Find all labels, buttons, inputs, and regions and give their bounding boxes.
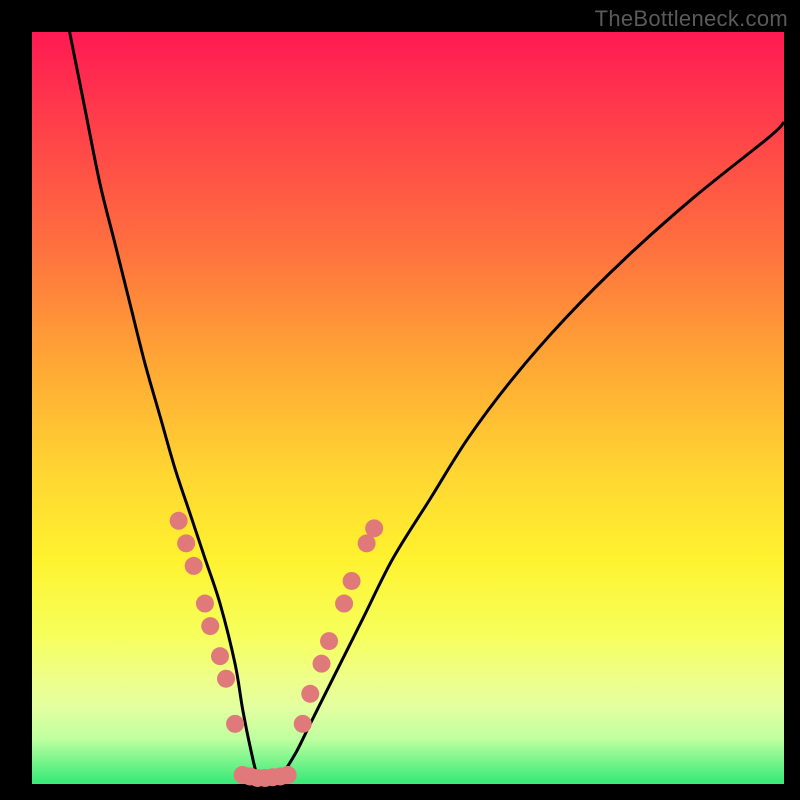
marker-dot — [201, 617, 219, 635]
outer-frame: TheBottleneck.com — [0, 0, 800, 800]
chart-overlay — [32, 32, 784, 784]
bottleneck-curve — [70, 32, 784, 781]
marker-dot — [301, 685, 319, 703]
marker-dot — [294, 715, 312, 733]
watermark-text: TheBottleneck.com — [595, 6, 788, 32]
marker-dot — [343, 572, 361, 590]
marker-dot — [313, 655, 331, 673]
marker-dot — [170, 512, 188, 530]
marker-dot — [196, 595, 214, 613]
marker-dot — [211, 647, 229, 665]
marker-dot — [320, 632, 338, 650]
marker-dot — [177, 534, 195, 552]
marker-dot — [335, 595, 353, 613]
marker-dot — [279, 766, 297, 784]
marker-dot — [226, 715, 244, 733]
marker-dot — [185, 557, 203, 575]
marker-dot — [365, 519, 383, 537]
marker-dot — [217, 670, 235, 688]
